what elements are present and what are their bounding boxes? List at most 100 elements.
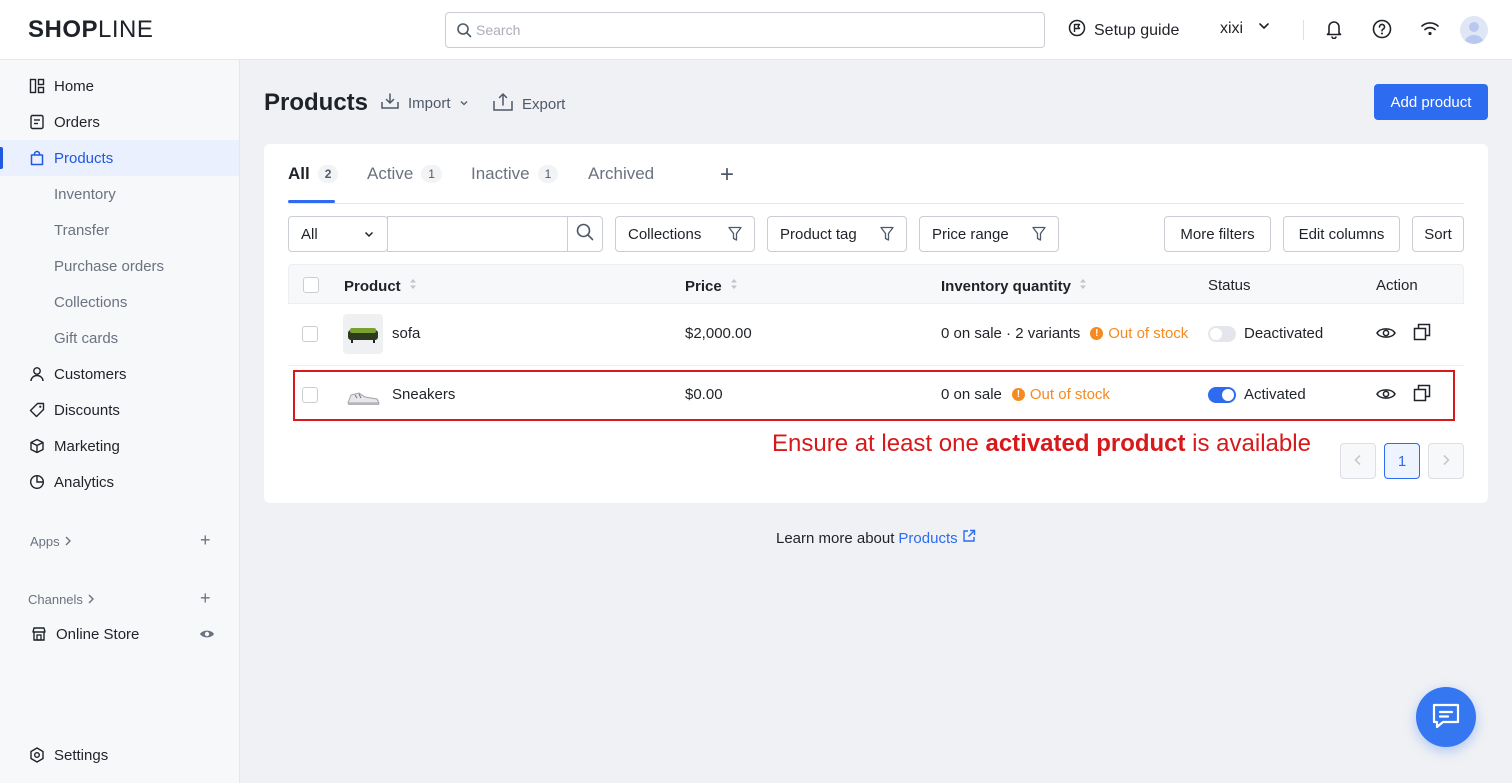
page-title: Products <box>264 89 369 116</box>
sidebar-subitem-gift-cards[interactable]: Gift cards <box>54 330 118 347</box>
search-button[interactable] <box>567 216 603 252</box>
add-app-button[interactable]: + <box>200 530 211 551</box>
chevron-right-icon <box>87 592 95 607</box>
column-product[interactable]: Product <box>344 277 417 295</box>
sidebar-item-orders[interactable]: Orders <box>0 104 239 140</box>
eye-icon[interactable] <box>199 627 215 644</box>
tab-label: Inactive <box>471 164 530 183</box>
learn-more-text: Learn more about <box>776 529 895 547</box>
collections-filter[interactable]: Collections <box>615 216 755 252</box>
tab-label: Active <box>367 164 414 183</box>
external-link-icon[interactable] <box>962 529 976 547</box>
tab-count: 1 <box>537 165 559 183</box>
sidebar-subitem-collections[interactable]: Collections <box>54 294 127 311</box>
sidebar-item-label: Home <box>54 77 95 95</box>
prev-page-button[interactable] <box>1340 443 1376 479</box>
sidebar-subitem-transfer[interactable]: Transfer <box>54 222 109 239</box>
scope-select[interactable]: All <box>288 216 388 252</box>
sidebar-item-label: Settings <box>54 746 109 764</box>
sidebar-item-discounts[interactable]: Discounts <box>0 392 239 428</box>
tab-bar: All 2 Active 1 Inactive 1 Archived + <box>288 144 1464 204</box>
tab-count: 1 <box>421 165 442 183</box>
column-label: Price <box>685 277 722 295</box>
search-input[interactable] <box>476 13 1036 47</box>
page-1-button[interactable]: 1 <box>1384 443 1420 479</box>
learn-more: Learn more about Products <box>776 529 976 547</box>
sidebar-item-customers[interactable]: Customers <box>0 356 239 392</box>
export-button[interactable]: Export <box>492 92 565 116</box>
price-range-filter[interactable]: Price range <box>919 216 1059 252</box>
more-filters-button[interactable]: More filters <box>1164 216 1271 252</box>
sidebar-item-label: Discounts <box>54 401 120 419</box>
sidebar-item-home[interactable]: Home <box>0 68 239 104</box>
table-header: Product Price Inventory quantity Status … <box>288 264 1464 304</box>
setup-guide-label: Setup guide <box>1094 21 1180 39</box>
help-icon[interactable] <box>1372 19 1392 42</box>
row-checkbox[interactable] <box>302 326 318 342</box>
tab-count: 2 <box>317 165 339 183</box>
tab-archived[interactable]: Archived <box>588 164 654 184</box>
warning-icon: ! <box>1090 327 1104 340</box>
shopline-logo[interactable]: SHOPLINE <box>28 16 153 44</box>
sort-icon <box>1079 277 1087 295</box>
sidebar-subitem-inventory[interactable]: Inventory <box>54 186 116 203</box>
duplicate-icon[interactable] <box>1413 323 1431 344</box>
gear-icon <box>28 746 46 764</box>
tab-inactive[interactable]: Inactive 1 <box>471 164 559 184</box>
setup-guide-button[interactable]: Setup guide <box>1068 19 1179 42</box>
column-price[interactable]: Price <box>685 277 738 295</box>
sort-icon <box>409 277 417 295</box>
product-tag-filter[interactable]: Product tag <box>767 216 907 252</box>
chevron-down-icon <box>363 227 375 244</box>
search-box[interactable] <box>445 12 1045 48</box>
sidebar-item-marketing[interactable]: Marketing <box>0 428 239 464</box>
add-product-button[interactable]: Add product <box>1374 84 1488 120</box>
divider <box>1303 20 1304 40</box>
column-inventory[interactable]: Inventory quantity <box>941 277 1087 295</box>
filter-icon <box>728 226 742 246</box>
highlight-box <box>293 370 1455 421</box>
orders-icon <box>28 113 46 131</box>
user-menu[interactable]: xixi <box>1220 19 1271 38</box>
product-name[interactable]: sofa <box>392 325 420 342</box>
tag-icon <box>28 401 46 419</box>
chevron-right-icon <box>1441 453 1451 470</box>
column-label: Inventory quantity <box>941 277 1072 295</box>
sidebar-subitem-purchase-orders[interactable]: Purchase orders <box>54 258 164 275</box>
sidebar-item-products[interactable]: Products <box>0 140 239 176</box>
edit-columns-button[interactable]: Edit columns <box>1283 216 1400 252</box>
bag-icon <box>28 149 46 167</box>
bell-icon[interactable] <box>1325 19 1343 42</box>
products-help-link[interactable]: Products <box>898 530 957 547</box>
status-toggle[interactable] <box>1208 325 1236 342</box>
sort-icon <box>730 277 738 295</box>
chat-icon <box>1431 702 1461 733</box>
tab-label: Archived <box>588 164 655 183</box>
chat-button[interactable] <box>1416 687 1476 747</box>
stock-warning: ! Out of stock <box>1090 325 1188 342</box>
sidebar-item-settings[interactable]: Settings <box>0 737 239 773</box>
table-row[interactable]: sofa $2,000.00 0 on sale · 2 variants ! … <box>288 304 1464 366</box>
search-icon <box>456 22 472 41</box>
wifi-icon[interactable] <box>1420 21 1440 40</box>
filter-label: Price range <box>932 225 1009 243</box>
sort-button[interactable]: Sort <box>1412 216 1464 252</box>
apps-section-label[interactable]: Apps <box>30 534 72 549</box>
product-search-input[interactable] <box>387 216 568 252</box>
sidebar-item-analytics[interactable]: Analytics <box>0 464 239 500</box>
import-button[interactable]: Import <box>380 92 469 114</box>
view-icon[interactable] <box>1376 326 1396 343</box>
person-icon <box>28 365 46 383</box>
pie-icon <box>28 473 46 491</box>
channels-section-label[interactable]: Channels <box>28 592 95 607</box>
avatar[interactable] <box>1460 16 1488 44</box>
chevron-down-icon <box>1257 19 1271 38</box>
tab-active[interactable]: Active 1 <box>367 164 442 184</box>
select-all-checkbox[interactable] <box>303 277 319 293</box>
add-tab-button[interactable]: + <box>720 161 734 189</box>
annotation-bold: activated product <box>985 430 1186 457</box>
add-channel-button[interactable]: + <box>200 588 211 609</box>
status-label: Deactivated <box>1244 325 1324 342</box>
tab-all[interactable]: All 2 <box>288 164 339 184</box>
next-page-button[interactable] <box>1428 443 1464 479</box>
